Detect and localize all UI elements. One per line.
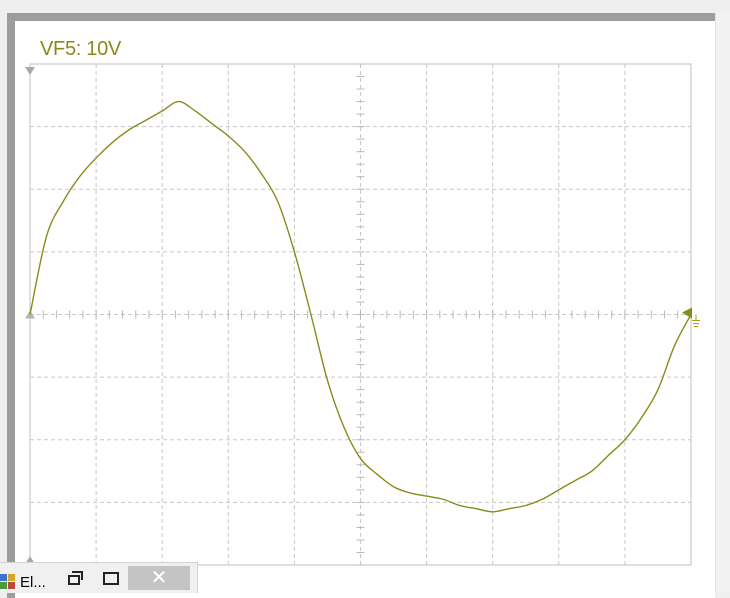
- restore-icon: [68, 571, 84, 585]
- channel-label: VF5: 10V: [40, 38, 121, 60]
- maximize-button[interactable]: [97, 566, 125, 590]
- task-title: El...: [20, 573, 46, 591]
- maximize-icon: [103, 571, 119, 585]
- task-app[interactable]: El...: [0, 570, 46, 594]
- minimized-window-bar[interactable]: El... ✕: [0, 562, 198, 593]
- close-icon: ✕: [150, 567, 168, 589]
- oscilloscope-display: [25, 63, 700, 566]
- app-icon: [0, 574, 16, 590]
- restore-button[interactable]: [62, 566, 90, 590]
- trigger-marker-top: [25, 67, 35, 75]
- close-button[interactable]: ✕: [128, 566, 190, 590]
- ground-icon: [692, 314, 700, 327]
